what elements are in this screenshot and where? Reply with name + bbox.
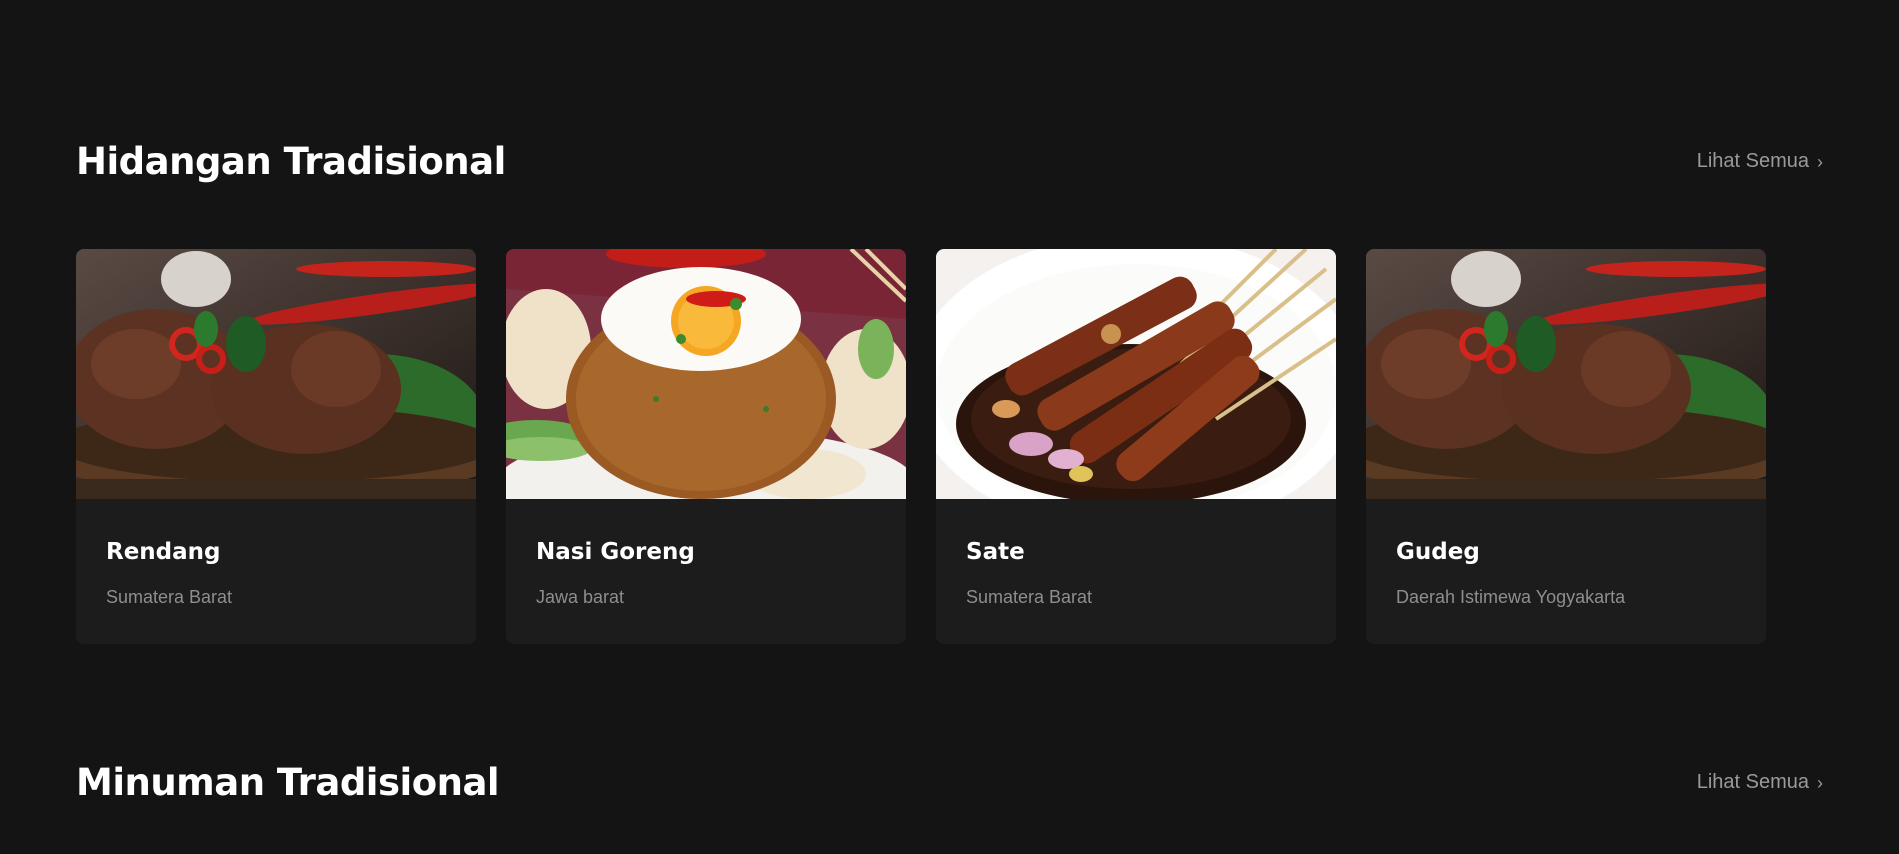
food-name: Rendang [106, 539, 221, 565]
food-image [1366, 249, 1766, 499]
chevron-right-icon: › [1817, 151, 1823, 172]
food-image [936, 249, 1336, 499]
food-name: Gudeg [1396, 539, 1480, 565]
food-image [76, 249, 476, 499]
food-name: Nasi Goreng [536, 539, 695, 565]
food-card-rendang[interactable]: Rendang Sumatera Barat [76, 249, 476, 644]
section-title: Minuman Tradisional [76, 761, 500, 804]
food-region: Jawa barat [536, 587, 625, 607]
page: Hidangan Tradisional Lihat Semua › Renda… [0, 0, 1899, 854]
food-region: Daerah Istimewa Yogyakarta [1396, 587, 1626, 607]
food-region: Sumatera Barat [966, 587, 1093, 607]
food-region: Sumatera Barat [106, 587, 233, 607]
food-card-sate[interactable]: Sate Sumatera Barat [936, 249, 1336, 644]
food-card-gudeg[interactable]: Gudeg Daerah Istimewa Yogyakarta [1366, 249, 1766, 644]
food-card-nasi-goreng[interactable]: Nasi Goreng Jawa barat [506, 249, 906, 644]
see-all-link[interactable]: Lihat Semua › [1697, 150, 1823, 173]
see-all-label: Lihat Semua [1696, 771, 1809, 793]
food-image [506, 249, 906, 499]
food-name: Sate [966, 539, 1025, 565]
chevron-right-icon: › [1817, 772, 1823, 793]
section-header-minuman: Minuman Tradisional Lihat Semua › [76, 761, 1823, 804]
see-all-label: Lihat Semua [1696, 150, 1809, 172]
section-header-hidangan: Hidangan Tradisional Lihat Semua › [76, 140, 1823, 183]
card-list: Rendang Sumatera Barat Nasi Goreng Jawa … [76, 249, 1766, 644]
see-all-link[interactable]: Lihat Semua › [1697, 771, 1823, 794]
section-title: Hidangan Tradisional [76, 140, 506, 183]
